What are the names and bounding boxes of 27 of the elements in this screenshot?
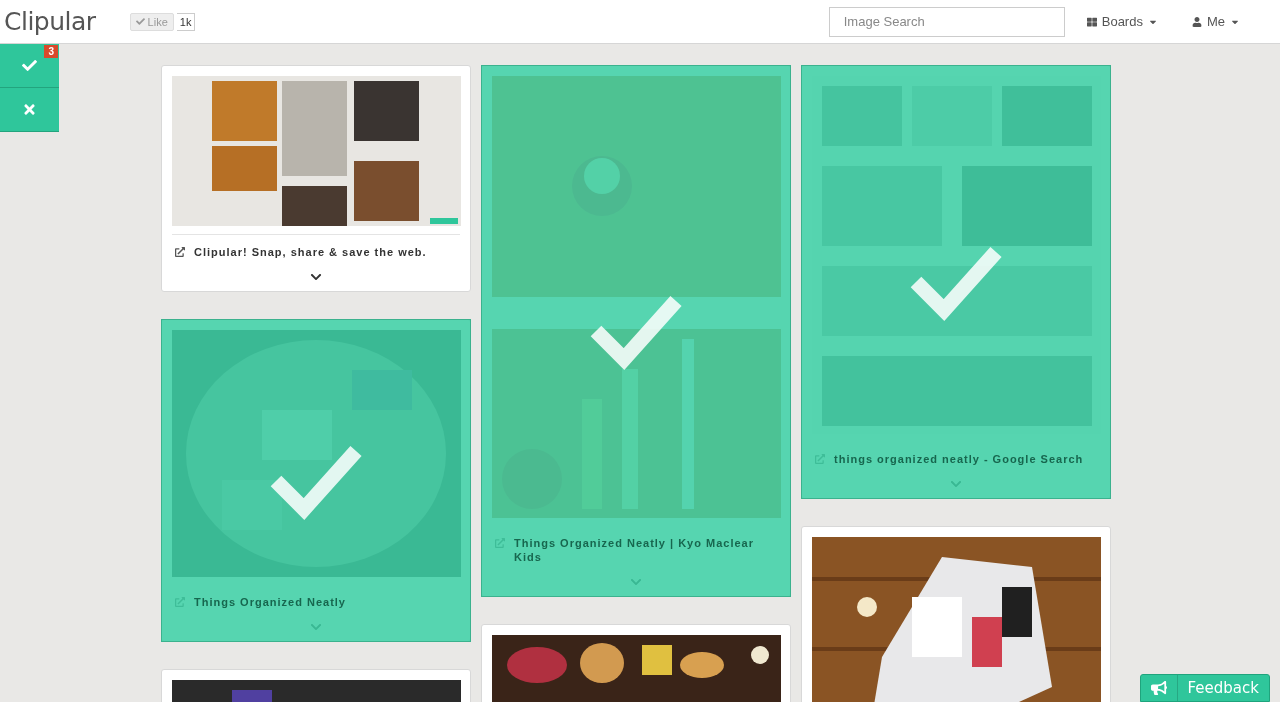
feedback-button[interactable]: Feedback — [1139, 674, 1270, 702]
user-icon — [1191, 16, 1202, 27]
check-icon — [22, 58, 37, 73]
close-button[interactable] — [0, 88, 59, 132]
logo[interactable]: Clipular — [4, 7, 96, 36]
clip-card[interactable]: Clipular! Snap, share & save the web. — [161, 65, 471, 292]
expand-icon[interactable] — [310, 271, 322, 283]
external-link-icon[interactable] — [175, 247, 185, 257]
clip-card[interactable]: things organized neatly - Google Search — [801, 65, 1111, 499]
close-icon — [22, 102, 37, 117]
clip-card[interactable]: Things Organized Neatly | Kyo Maclear Kids — [481, 65, 791, 597]
clip-title[interactable]: Things Organized Neatly | Kyo Maclear Kids — [514, 536, 777, 564]
search-field[interactable]: Image Search — [828, 6, 1065, 37]
clip-card[interactable] — [481, 624, 791, 702]
user-menu[interactable]: Me — [1185, 13, 1246, 30]
megaphone-icon — [1150, 680, 1167, 696]
clip-title[interactable]: Clipular! Snap, share & save the web. — [194, 245, 427, 259]
clip-title[interactable]: things organized neatly - Google Search — [834, 452, 1084, 466]
like-button[interactable]: Like — [129, 12, 174, 31]
check-icon — [135, 17, 145, 26]
clip-title[interactable]: Things Organized Neatly — [194, 595, 346, 609]
like-count: 1k — [176, 12, 196, 31]
grid-icon — [1086, 16, 1097, 27]
accept-button[interactable]: 3 — [0, 44, 59, 88]
clip-card[interactable]: Things Organized Neatly — [161, 319, 471, 642]
boards-menu[interactable]: Boards — [1080, 13, 1164, 30]
count-badge: 3 — [44, 45, 58, 58]
